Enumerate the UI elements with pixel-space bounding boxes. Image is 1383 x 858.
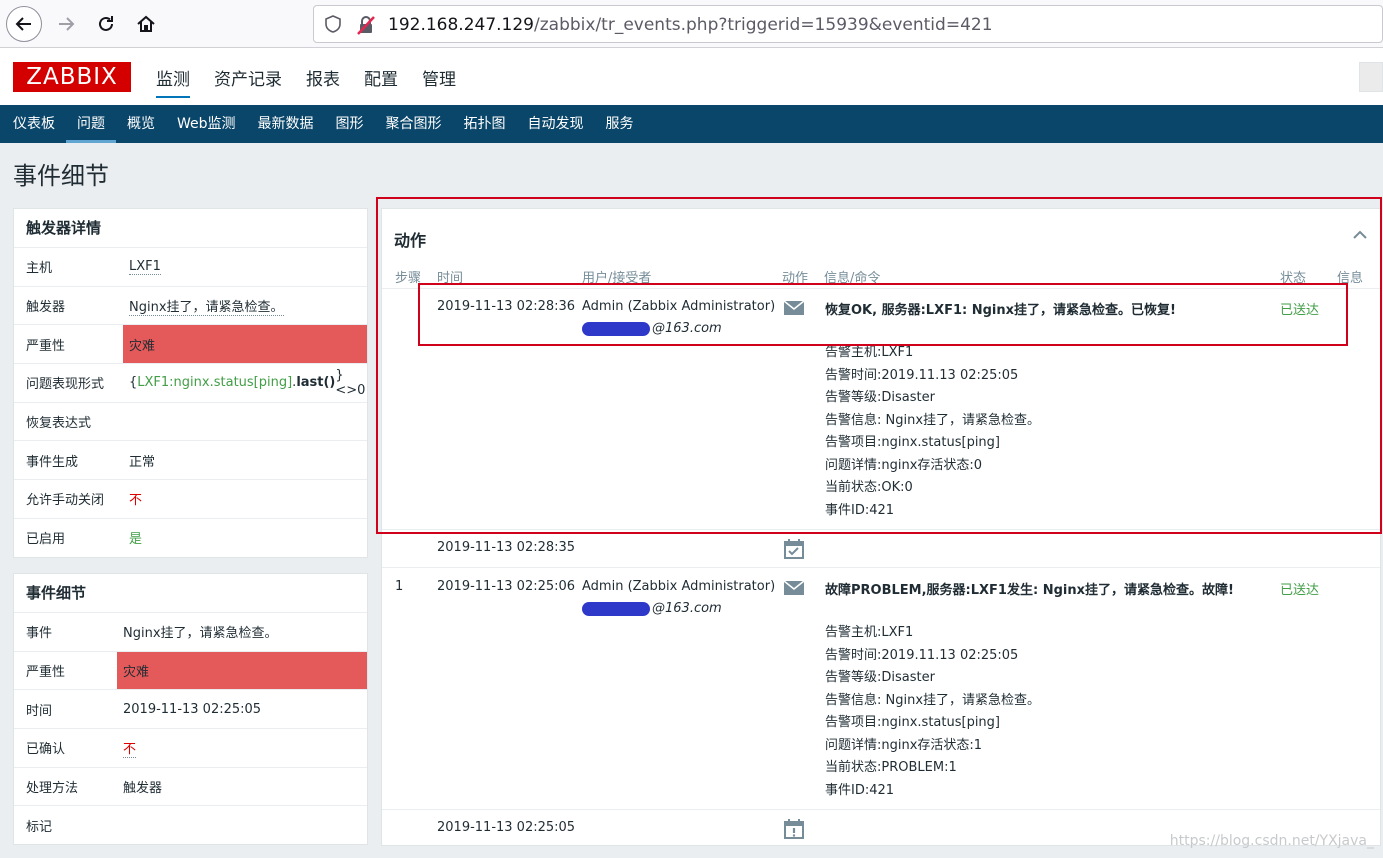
submenu-services[interactable]: 服务	[595, 105, 645, 143]
message-body: 告警主机:LXF1 告警时间:2019.11.13 02:25:05 告警等级:…	[825, 625, 1041, 798]
acknowledge-link[interactable]: 不	[123, 738, 137, 758]
menu-administration[interactable]: 管理	[422, 65, 456, 98]
row-label: 恢复表达式	[26, 416, 92, 432]
trigger-details-widget: 触发器详情 主机 LXF1 触发器 Nginx挂了，请紧急检查。 严重性 灾难 …	[13, 208, 368, 558]
detail-row: 严重性 灾难	[14, 650, 367, 690]
row-label: 主机	[26, 261, 53, 277]
forward-button[interactable]	[48, 6, 84, 42]
row-label: 已确认	[26, 742, 66, 758]
calendar-check-icon	[784, 539, 804, 559]
menu-reports[interactable]: 报表	[306, 65, 340, 98]
reload-button[interactable]	[88, 6, 124, 42]
detail-row: 事件 Nginx挂了，请紧急检查。	[14, 612, 367, 651]
detail-row: 问题表现形式 {LXF1:nginx.status[ping]. last()}<…	[14, 363, 367, 402]
browser-toolbar: 192.168.247.129/zabbix/tr_events.php?tri…	[0, 0, 1383, 48]
problem-expression: {LXF1:nginx.status[ping]. last()}<>0	[129, 367, 366, 398]
detail-row: 恢复表达式	[14, 401, 367, 441]
trigger-link[interactable]: Nginx挂了，请紧急检查。	[129, 296, 284, 316]
row-value: 2019-11-13 02:25:05	[123, 701, 262, 717]
widget-title: 事件细节	[26, 584, 87, 602]
submenu-latest-data[interactable]: 最新数据	[247, 105, 325, 143]
row-label: 时间	[26, 703, 53, 719]
shield-icon	[325, 15, 341, 33]
submenu-overview[interactable]: 概览	[116, 105, 166, 143]
main-menu: 监测 资产记录 报表 配置 管理	[156, 65, 456, 98]
detail-row: 事件生成 正常	[14, 440, 367, 479]
submenu-problems[interactable]: 问题	[66, 105, 116, 143]
url-text: 192.168.247.129/zabbix/tr_events.php?tri…	[388, 15, 993, 35]
row-label: 事件	[26, 626, 53, 642]
reload-icon	[99, 16, 113, 31]
host-link[interactable]: LXF1	[129, 259, 161, 275]
row-label: 严重性	[26, 338, 66, 354]
detail-row: 处理方法 触发器	[14, 766, 367, 806]
row-label: 触发器	[26, 300, 66, 316]
page-title: 事件细节	[13, 162, 109, 190]
envelope-icon	[783, 580, 805, 595]
calendar-alert-icon	[784, 819, 804, 839]
row-value: Nginx挂了，请紧急检查。	[123, 626, 278, 642]
arrow-left-icon	[15, 17, 31, 31]
widget-title: 触发器详情	[26, 219, 102, 237]
highlight-box-inner	[418, 283, 1348, 346]
detail-row: 主机 LXF1	[14, 247, 367, 286]
home-icon	[137, 15, 155, 32]
submenu-maps[interactable]: 拓扑图	[453, 105, 517, 143]
zabbix-logo[interactable]: ZABBIX	[13, 62, 131, 92]
row-value: 触发器	[123, 781, 163, 797]
back-button[interactable]	[6, 6, 42, 42]
menu-configuration[interactable]: 配置	[364, 65, 398, 98]
detail-row: 时间 2019-11-13 02:25:05	[14, 689, 367, 728]
submenu-web[interactable]: Web监测	[166, 105, 247, 143]
row-label: 已启用	[26, 532, 66, 548]
row-value: 是	[129, 532, 143, 548]
detail-row: 已确认 不	[14, 728, 367, 767]
sub-menu: 仪表板 问题 概览 Web监测 最新数据 图形 聚合图形 拓扑图 自动发现 服务	[0, 105, 1383, 143]
status-delivered: 已送达	[1280, 583, 1320, 598]
recipient-email: @163.com	[582, 601, 722, 616]
row-label: 问题表现形式	[26, 377, 105, 393]
address-bar[interactable]: 192.168.247.129/zabbix/tr_events.php?tri…	[313, 5, 1383, 43]
row-value	[123, 403, 367, 441]
insecure-lock-icon	[357, 16, 375, 35]
search-box-edge[interactable]	[1359, 62, 1383, 92]
zabbix-header: ZABBIX 监测 资产记录 报表 配置 管理	[0, 48, 1383, 105]
menu-inventory[interactable]: 资产记录	[214, 65, 282, 98]
arrow-right-icon	[59, 17, 75, 31]
event-details-widget: 事件细节 事件 Nginx挂了，请紧急检查。 严重性 灾难 时间 2019-11…	[13, 573, 368, 845]
detail-row: 允许手动关闭 不	[14, 479, 367, 518]
item-link[interactable]: LXF1:nginx.status[ping]	[137, 375, 292, 390]
submenu-screens[interactable]: 聚合图形	[375, 105, 453, 143]
submenu-graphs[interactable]: 图形	[325, 105, 375, 143]
detail-row: 已启用 是	[14, 517, 367, 557]
watermark: https://blog.csdn.net/YXjava_	[1169, 833, 1374, 849]
row-value: 正常	[129, 454, 156, 470]
row-value: 不	[129, 493, 143, 509]
detail-row: 严重性 灾难	[14, 324, 367, 364]
submenu-dashboard[interactable]: 仪表板	[2, 105, 66, 143]
highlight-box-outer	[376, 197, 1382, 534]
row-value	[117, 806, 367, 844]
row-label: 严重性	[26, 665, 66, 681]
severity-badge: 灾难	[117, 651, 367, 690]
submenu-discovery[interactable]: 自动发现	[517, 105, 595, 143]
home-button[interactable]	[128, 6, 164, 42]
menu-monitoring[interactable]: 监测	[156, 65, 190, 98]
row-label: 事件生成	[26, 454, 79, 470]
row-label: 处理方法	[26, 781, 79, 797]
detail-row: 触发器 Nginx挂了，请紧急检查。	[14, 285, 367, 325]
detail-row: 标记	[14, 805, 367, 844]
row-label: 允许手动关闭	[26, 493, 105, 509]
severity-badge: 灾难	[123, 325, 367, 364]
row-label: 标记	[26, 819, 53, 835]
